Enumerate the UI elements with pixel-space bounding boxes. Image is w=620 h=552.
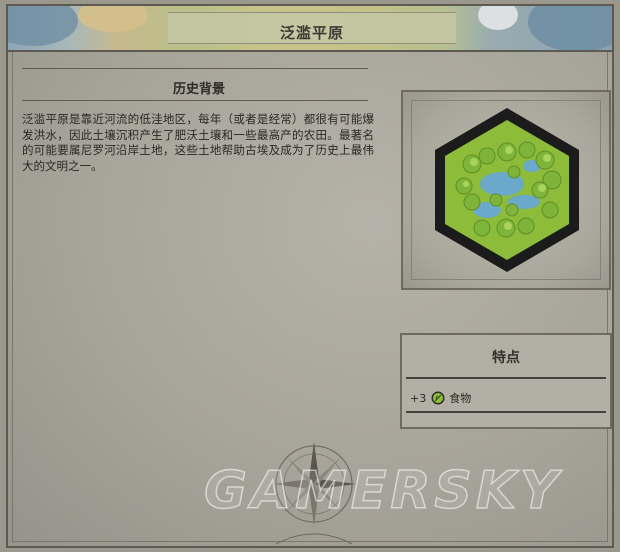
page-title: 泛滥平原 [279,24,344,42]
features-title: 特点 [492,350,520,366]
feature-amount: +3 [410,391,427,405]
map-snow [478,6,518,30]
feature-label: 食物 [449,392,472,405]
history-heading: 历史背景 [172,82,225,97]
map-desert [78,6,148,32]
feature-row-food: +3 食物 [410,389,471,407]
features-panel: 特点 +3 食物 [400,333,612,429]
title-plate: 泛滥平原 [168,12,456,44]
map-ocean-right [528,6,612,50]
features-top-rule [406,377,606,379]
history-top-rule [22,68,368,69]
map-ocean-left [8,6,78,46]
food-icon [431,391,445,405]
features-bottom-rule [406,411,606,413]
history-body: 泛滥平原是靠近河流的低洼地区，每年（或者是经常）都很有可能爆发洪水，因此土壤沉积… [22,112,374,173]
civilopedia-page: 泛滥平原 历史背景 泛滥平原是靠近河流的低洼地区，每年（或者是经常）都很有可能爆… [6,4,614,548]
terrain-image-panel [401,90,611,290]
watermark: GAMERSKY [203,460,562,522]
title-banner: 泛滥平原 [8,6,612,52]
history-bottom-rule [22,100,368,101]
floodplain-hex-icon [435,108,579,272]
